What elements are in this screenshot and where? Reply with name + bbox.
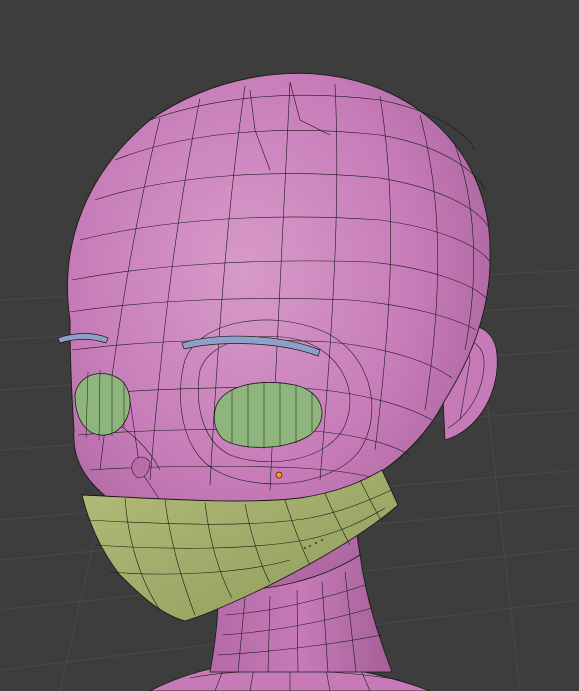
object-origin-icon[interactable]	[275, 471, 283, 479]
3d-viewport[interactable]	[0, 0, 579, 691]
right-eye[interactable]	[213, 382, 323, 448]
